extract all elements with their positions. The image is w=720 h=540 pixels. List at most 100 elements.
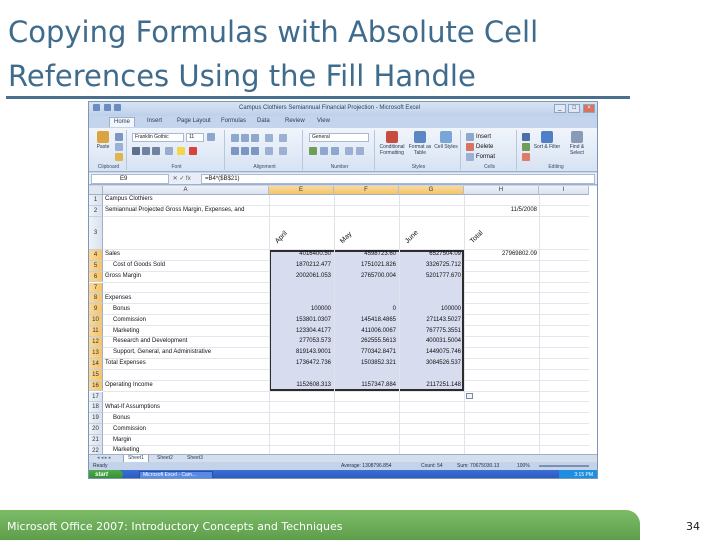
row-header[interactable]: 13: [89, 347, 103, 359]
row-label-cell[interactable]: Commission: [113, 426, 146, 432]
value-cell[interactable]: 11/5/2008: [464, 207, 537, 213]
row-label-cell[interactable]: Bonus: [113, 415, 130, 421]
value-cell[interactable]: 1503852.321: [334, 360, 396, 366]
tab-insert[interactable]: Insert: [147, 118, 162, 124]
format-as-table-button[interactable]: Format as Table: [407, 131, 433, 156]
value-cell[interactable]: 277053.573: [269, 338, 331, 344]
row-label-cell[interactable]: Commission: [113, 317, 146, 323]
value-cell[interactable]: 6527504.09: [399, 251, 461, 257]
month-header-cell[interactable]: June: [404, 229, 420, 245]
row-label-cell[interactable]: Expenses: [105, 295, 131, 301]
row-header[interactable]: 12: [89, 337, 103, 348]
row-header[interactable]: 4: [89, 249, 103, 261]
undo-icon[interactable]: [114, 104, 122, 111]
row-label-cell[interactable]: Marketing: [113, 328, 139, 334]
value-cell[interactable]: 271143.5027: [399, 317, 461, 323]
align-left-icon[interactable]: [231, 147, 239, 155]
row-header[interactable]: 5: [89, 260, 103, 272]
font-color-icon[interactable]: [189, 147, 197, 155]
value-cell[interactable]: 1157347.884: [334, 382, 396, 388]
value-cell[interactable]: 4598723.60: [334, 251, 396, 257]
row-label-cell[interactable]: Support, General, and Administrative: [113, 349, 211, 355]
row-header[interactable]: 9: [89, 304, 103, 316]
auto-fill-options-icon[interactable]: [466, 392, 473, 399]
fill-icon[interactable]: [522, 143, 530, 151]
cut-icon[interactable]: [115, 133, 123, 141]
minimize-button[interactable]: _: [553, 104, 566, 113]
percent-icon[interactable]: [320, 147, 328, 155]
align-center-icon[interactable]: [241, 147, 249, 155]
row-label-cell[interactable]: Campus Clothiers: [105, 196, 153, 202]
delete-button[interactable]: Delete: [476, 144, 493, 150]
value-cell[interactable]: 153801.0307: [269, 317, 331, 323]
value-cell[interactable]: 1152608.313: [269, 382, 331, 388]
bold-icon[interactable]: [132, 147, 140, 155]
grow-font-icon[interactable]: [207, 133, 215, 141]
zoom-slider[interactable]: [539, 465, 589, 467]
value-cell[interactable]: 1870212.477: [269, 262, 331, 268]
row-header[interactable]: 3: [89, 216, 103, 250]
value-cell[interactable]: 123304.4177: [269, 328, 331, 334]
increase-decimal-icon[interactable]: [345, 147, 353, 155]
decrease-decimal-icon[interactable]: [356, 147, 364, 155]
row-header[interactable]: 10: [89, 315, 103, 327]
fill-color-icon[interactable]: [177, 147, 185, 155]
worksheet-grid[interactable]: A E F G H I 1 2 3 4 5 6 7 8 9 10 11 12 13 14 15 16 17 18 1…: [89, 186, 597, 468]
value-cell[interactable]: 400031.5004: [399, 338, 461, 344]
align-top-icon[interactable]: [231, 134, 239, 142]
paste-button[interactable]: Paste: [94, 131, 112, 150]
save-icon[interactable]: [103, 104, 111, 111]
row-label-cell[interactable]: Cost of Goods Sold: [113, 262, 165, 268]
row-header[interactable]: 17: [89, 391, 103, 403]
row-label-cell[interactable]: Sales: [105, 251, 120, 257]
column-header-e[interactable]: E: [269, 186, 334, 195]
font-size-select[interactable]: 11: [186, 133, 204, 142]
find-select-button[interactable]: Find & Select: [563, 131, 591, 156]
value-cell[interactable]: 27969802.09: [464, 251, 537, 257]
row-header[interactable]: 16: [89, 380, 103, 392]
wrap-text-icon[interactable]: [279, 134, 287, 142]
autosum-icon[interactable]: [522, 133, 530, 141]
underline-icon[interactable]: [152, 147, 160, 155]
row-label-cell[interactable]: Gross Margin: [105, 273, 141, 279]
value-cell[interactable]: 1751021.826: [334, 262, 396, 268]
column-header-g[interactable]: G: [399, 186, 464, 195]
format-cells-icon[interactable]: [466, 153, 474, 161]
value-cell[interactable]: 3326725.712: [399, 262, 461, 268]
status-zoom[interactable]: 100%: [517, 462, 530, 470]
value-cell[interactable]: 100000: [399, 306, 461, 312]
align-middle-icon[interactable]: [241, 134, 249, 142]
borders-icon[interactable]: [165, 147, 173, 155]
row-header[interactable]: 7: [89, 282, 103, 294]
value-cell[interactable]: 0: [334, 306, 396, 312]
row-header[interactable]: 18: [89, 402, 103, 414]
currency-icon[interactable]: [309, 147, 317, 155]
taskbar-item-excel[interactable]: Microsoft Excel - Cam...: [139, 471, 213, 478]
row-label-cell[interactable]: Operating Income: [105, 382, 153, 388]
value-cell[interactable]: 2765700.004: [334, 273, 396, 279]
select-all-corner[interactable]: [89, 186, 103, 195]
orientation-icon[interactable]: [265, 134, 273, 142]
font-name-select[interactable]: Franklin Gothic: [132, 133, 184, 142]
tab-page-layout[interactable]: Page Layout: [177, 118, 211, 124]
italic-icon[interactable]: [142, 147, 150, 155]
format-button[interactable]: Format: [476, 154, 495, 160]
value-cell[interactable]: 2117251.148: [399, 382, 461, 388]
align-right-icon[interactable]: [251, 147, 259, 155]
value-cell[interactable]: 145418.4865: [334, 317, 396, 323]
tab-review[interactable]: Review: [285, 118, 305, 124]
delete-cells-icon[interactable]: [466, 143, 474, 151]
number-format-select[interactable]: General: [309, 133, 369, 142]
clear-icon[interactable]: [522, 153, 530, 161]
value-cell[interactable]: 2002061.053: [269, 273, 331, 279]
value-cell[interactable]: 819143.9001: [269, 349, 331, 355]
value-cell[interactable]: 767775.3551: [399, 328, 461, 334]
row-header[interactable]: 19: [89, 413, 103, 425]
row-label-cell[interactable]: Research and Development: [113, 338, 187, 344]
column-header-f[interactable]: F: [334, 186, 399, 195]
tab-home[interactable]: Home: [109, 117, 136, 127]
close-button[interactable]: ×: [583, 104, 595, 113]
indent-icon[interactable]: [265, 147, 273, 155]
formula-input[interactable]: =B4*($B$21): [201, 174, 595, 184]
value-cell[interactable]: 4016400.50: [269, 251, 331, 257]
